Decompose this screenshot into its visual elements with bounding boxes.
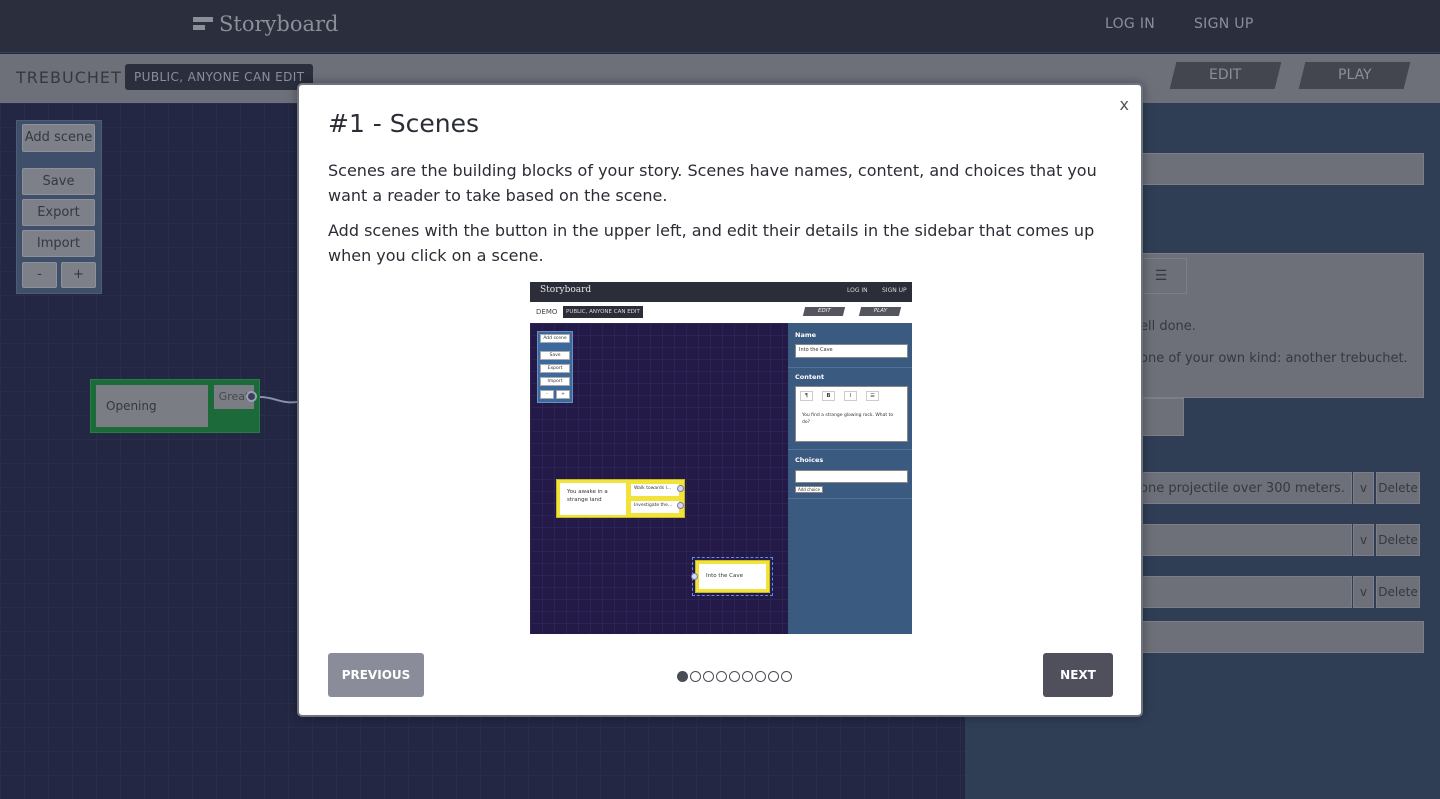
tut-port-1 (677, 485, 684, 492)
tut-sub-bar: DEMO PUBLIC, ANYONE CAN EDIT EDIT PLAY (530, 302, 912, 323)
tut-minus: - (540, 390, 554, 399)
tut-play: PLAY (858, 307, 902, 316)
previous-button[interactable]: PREVIOUS (328, 653, 424, 697)
tut-sidebar: Name Into the Cave Content ¶ B I ☰ You f… (788, 323, 912, 634)
tut-scene-2-text: Into the Cave (699, 564, 766, 589)
tut-scene-1-text: You awake in a strange land (560, 483, 626, 515)
tut-name-label: Name (795, 331, 817, 339)
tutorial-screenshot: Storyboard LOG IN SIGN UP DEMO PUBLIC, A… (530, 282, 912, 634)
modal-paragraph-2: Add scenes with the button in the upper … (328, 221, 1095, 265)
tut-divider-2 (788, 449, 912, 450)
tut-content-label: Content (795, 373, 825, 381)
tut-fmt-list: ☰ (866, 391, 879, 401)
tut-add-scene: Add scene (540, 334, 570, 343)
tut-scene-2: Into the Cave (695, 560, 770, 593)
tut-fmt-p: ¶ (800, 391, 813, 401)
tut-divider-3 (788, 498, 912, 499)
step-dot-3[interactable] (703, 671, 714, 682)
tut-visibility: PUBLIC, ANYONE CAN EDIT (563, 306, 643, 318)
tut-fmt-i: I (844, 391, 857, 401)
step-dot-5[interactable] (729, 671, 740, 682)
tut-login: LOG IN (847, 287, 868, 294)
next-button[interactable]: NEXT (1043, 653, 1113, 697)
tut-content-editor: ¶ B I ☰ You find a strange glowing rock.… (795, 386, 908, 442)
step-indicator (677, 671, 792, 682)
tut-port-2 (677, 502, 684, 509)
tut-scene-1-choice-1: Walk towards l... (631, 484, 679, 496)
step-dot-7[interactable] (755, 671, 766, 682)
tut-toolbar: Add scene Save Export Import - + (537, 331, 573, 403)
step-dot-1[interactable] (677, 671, 688, 682)
tut-fmt-b: B (822, 391, 835, 401)
step-dot-9[interactable] (781, 671, 792, 682)
step-dot-6[interactable] (742, 671, 753, 682)
tut-scene-1-choice-2: Investigate the... (631, 501, 679, 513)
tut-add-choice: Add choice (795, 486, 823, 493)
tut-edit: EDIT (802, 307, 846, 316)
tut-signup: SIGN UP (882, 287, 907, 294)
modal-paragraph-1: Scenes are the building blocks of your s… (328, 161, 1097, 205)
step-dot-2[interactable] (690, 671, 701, 682)
tut-plus: + (556, 390, 570, 399)
tut-export: Export (540, 364, 570, 373)
step-dot-8[interactable] (768, 671, 779, 682)
tut-logo: Storyboard (540, 285, 592, 295)
tut-name-input: Into the Cave (795, 344, 908, 358)
tutorial-modal: x #1 - Scenes Scenes are the building bl… (297, 83, 1143, 717)
tut-choices-label: Choices (795, 456, 824, 464)
tut-story-title: DEMO (536, 308, 558, 316)
close-icon[interactable]: x (1120, 95, 1129, 114)
tut-port-3 (691, 573, 698, 580)
tut-import: Import (540, 377, 570, 386)
tut-divider-1 (788, 367, 912, 368)
step-dot-4[interactable] (716, 671, 727, 682)
tut-top-bar: Storyboard LOG IN SIGN UP (530, 282, 912, 302)
tut-save: Save (540, 351, 570, 360)
tut-scene-1: You awake in a strange land Walk towards… (556, 479, 685, 518)
tut-content-text: You find a strange glowing rock. What to… (802, 413, 894, 425)
tut-choice-input (795, 470, 908, 483)
modal-title: #1 - Scenes (328, 109, 480, 138)
